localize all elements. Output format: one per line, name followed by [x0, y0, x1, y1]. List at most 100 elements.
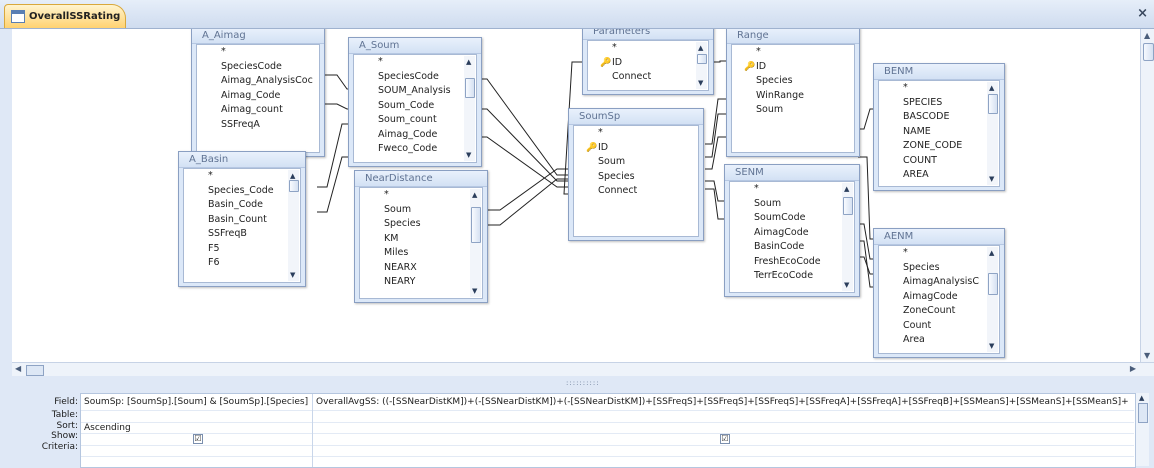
field-item[interactable]: Soum_Code	[354, 99, 476, 114]
field-item[interactable]: *	[354, 55, 476, 70]
field-item[interactable]: TerrEcoCode	[730, 269, 854, 284]
field-item[interactable]: Species	[732, 74, 854, 89]
field-item[interactable]: SPECIES	[879, 96, 999, 111]
field-item[interactable]: Aimag_AnalysisCoc	[197, 74, 319, 89]
scroll-down-arrow-icon[interactable]: ▼	[472, 287, 477, 295]
scroll-left-arrow-icon[interactable]: ◀	[15, 364, 21, 373]
field-item[interactable]: Aimag_Code	[197, 89, 319, 104]
field-item[interactable]: 🔑 ID	[588, 56, 708, 71]
query-design-pane[interactable]: A_Aimag * SpeciesCode Aimag_AnalysisCoc …	[12, 29, 1140, 362]
field-item[interactable]: Soum	[732, 103, 854, 118]
scroll-down-arrow-icon[interactable]: ▼	[698, 79, 703, 87]
field-item[interactable]: BASCODE	[879, 110, 999, 125]
show-checkbox[interactable]: ☑	[193, 434, 203, 444]
table-scrollbar[interactable]: ▲ ▼	[696, 42, 707, 89]
show-checkbox[interactable]: ☑	[720, 434, 730, 444]
table-a-aimag[interactable]: A_Aimag * SpeciesCode Aimag_AnalysisCoc …	[191, 29, 325, 157]
table-parameters[interactable]: Parameters * 🔑 ID Connect ▲ ▼	[582, 29, 714, 95]
scroll-thumb[interactable]	[988, 94, 998, 114]
scroll-down-arrow-icon[interactable]: ▼	[1144, 351, 1150, 360]
field-item[interactable]: Species	[360, 217, 482, 232]
field-item[interactable]: ZoneCount	[879, 304, 999, 319]
table-a-basin[interactable]: A_Basin * Species_Code Basin_Code Basin_…	[178, 151, 306, 287]
table-senm[interactable]: SENM * Soum SoumCode AimagCode BasinCode…	[724, 164, 860, 297]
pane-horizontal-scrollbar[interactable]: ◀ ▶	[12, 362, 1154, 377]
field-item[interactable]: SoumCode	[730, 211, 854, 226]
field-item[interactable]: *	[879, 81, 999, 96]
field-item[interactable]: Aimag_Code	[354, 128, 476, 143]
field-item[interactable]: *	[574, 126, 698, 141]
document-tab[interactable]: OverallSSRating	[4, 4, 126, 28]
grid-column[interactable]: OverallAvgSS: ((-[SSNearDistKM])+(-[SSNe…	[313, 394, 1134, 467]
field-item[interactable]: Fweco_Code	[354, 142, 476, 157]
scroll-up-arrow-icon[interactable]: ▲	[1144, 31, 1150, 40]
pane-vertical-scrollbar[interactable]: ▲ ▼	[1140, 29, 1154, 362]
field-item[interactable]: Basin_Count	[184, 213, 300, 228]
grid-vertical-scrollbar[interactable]: ▲	[1136, 393, 1149, 466]
table-soumsp[interactable]: SoumSp * 🔑 ID Soum Species Connect	[568, 108, 704, 241]
scroll-up-arrow-icon[interactable]: ▲	[466, 58, 471, 66]
field-item[interactable]: Species	[574, 170, 698, 185]
scroll-thumb[interactable]	[465, 78, 475, 98]
field-item[interactable]: ZONE_CODE	[879, 139, 999, 154]
field-item[interactable]: Area	[879, 333, 999, 348]
field-item[interactable]: Soum_count	[354, 113, 476, 128]
table-cell[interactable]	[81, 411, 312, 423]
field-item[interactable]: Soum	[360, 203, 482, 218]
scroll-up-arrow-icon[interactable]: ▲	[290, 172, 295, 180]
sort-cell[interactable]: Ascending	[81, 423, 312, 434]
field-item[interactable]: BasinCode	[730, 240, 854, 255]
scroll-thumb[interactable]	[843, 197, 853, 215]
table-a-soum[interactable]: A_Soum * SpeciesCode SOUM_Analysis Soum_…	[348, 37, 482, 167]
splitter-grip[interactable]: ::::::::::	[566, 379, 600, 387]
scroll-up-arrow-icon[interactable]: ▲	[989, 84, 994, 92]
field-item[interactable]: *	[360, 188, 482, 203]
field-item[interactable]: FreshEcoCode	[730, 255, 854, 270]
field-item[interactable]: AimagCode	[730, 226, 854, 241]
field-item[interactable]: Species_Code	[184, 184, 300, 199]
table-cell[interactable]	[313, 411, 1134, 423]
query-design-grid[interactable]: Field: Table: Sort: Show: Criteria: Soum…	[0, 390, 1154, 468]
scroll-thumb[interactable]	[697, 54, 707, 64]
field-item[interactable]: 🔑 ID	[732, 60, 854, 75]
field-item[interactable]: *	[879, 246, 999, 261]
field-item[interactable]: F5	[184, 242, 300, 257]
scroll-up-arrow-icon[interactable]: ▲	[698, 44, 703, 52]
scroll-thumb[interactable]	[26, 365, 44, 376]
field-item[interactable]: *	[197, 45, 319, 60]
scroll-thumb[interactable]	[1138, 403, 1148, 423]
field-item[interactable]: *	[184, 169, 300, 184]
field-item[interactable]: *	[588, 41, 708, 56]
show-cell[interactable]: ☑	[313, 434, 1134, 446]
scroll-up-arrow-icon[interactable]: ▲	[1139, 394, 1144, 402]
table-scrollbar[interactable]: ▲ ▼	[288, 170, 299, 281]
field-item[interactable]: Species	[879, 261, 999, 276]
field-item[interactable]: Soum	[730, 197, 854, 212]
field-item[interactable]: Connect	[588, 70, 708, 85]
scroll-down-arrow-icon[interactable]: ▼	[466, 151, 471, 159]
table-scrollbar[interactable]: ▲ ▼	[842, 183, 853, 291]
pane-splitter[interactable]: ::::::::::	[0, 376, 1154, 390]
table-near-distance[interactable]: NearDistance * Soum Species KM Miles NEA…	[354, 170, 488, 303]
scroll-up-arrow-icon[interactable]: ▲	[989, 249, 994, 257]
field-item[interactable]: SpeciesCode	[354, 70, 476, 85]
criteria-cell[interactable]	[81, 446, 312, 457]
criteria-cell[interactable]	[313, 446, 1134, 457]
close-icon[interactable]: ×	[1137, 6, 1148, 21]
field-item[interactable]: SpeciesCode	[197, 60, 319, 75]
field-item[interactable]: WinRange	[732, 89, 854, 104]
show-cell[interactable]: ☑	[81, 434, 312, 446]
scroll-thumb[interactable]	[1143, 43, 1154, 61]
table-scrollbar[interactable]: ▲ ▼	[470, 189, 481, 297]
table-range[interactable]: Range * 🔑 ID Species WinRange Soum	[726, 29, 860, 157]
table-scrollbar[interactable]: ▲ ▼	[987, 247, 998, 352]
field-item[interactable]: KM	[360, 232, 482, 247]
field-item[interactable]: F6	[184, 256, 300, 271]
table-benm[interactable]: BENM * SPECIES BASCODE NAME ZONE_CODE CO…	[873, 63, 1005, 191]
field-item[interactable]: AimagAnalysisC	[879, 275, 999, 290]
field-item[interactable]: Count	[879, 319, 999, 334]
field-item[interactable]: 🔑 ID	[574, 141, 698, 156]
field-item[interactable]: Basin_Code	[184, 198, 300, 213]
scroll-down-arrow-icon[interactable]: ▼	[989, 342, 994, 350]
grid-column[interactable]: SoumSp: [SoumSp].[Soum] & [SoumSp].[Spec…	[81, 394, 313, 467]
